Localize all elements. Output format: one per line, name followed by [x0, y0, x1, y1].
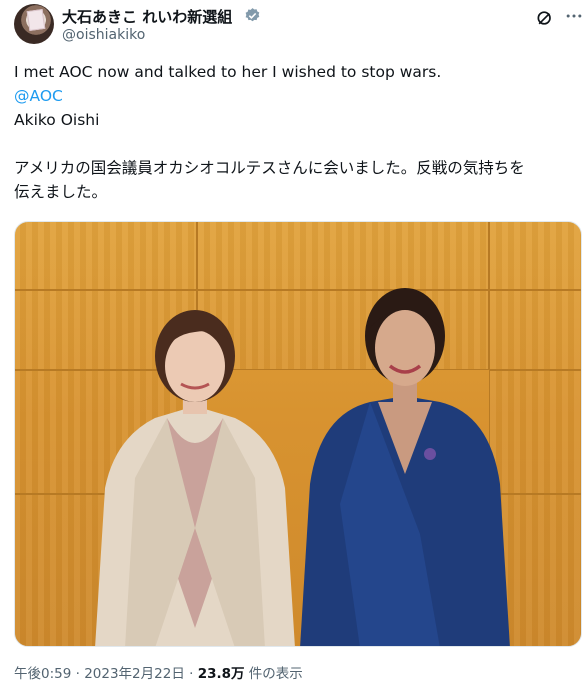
tweet-text: I met AOC now and talked to her I wished… [14, 60, 580, 204]
photo-person-left [95, 310, 295, 646]
tweet-photo[interactable] [14, 221, 582, 647]
photo-person-right [300, 288, 510, 646]
separator-dot: · [184, 666, 198, 682]
author-avatar[interactable] [14, 4, 54, 44]
avatar-sticker [26, 8, 46, 32]
view-count-label: 件の表示 [244, 666, 303, 682]
separator-dot: · [71, 666, 85, 682]
tweet-signature: Akiko Oishi [14, 111, 100, 129]
wall-panel [15, 222, 197, 290]
more-options-icon[interactable] [564, 6, 584, 26]
tweet-card: 大石あきこ れいわ新選組 @oishiakiko I met AOC now a… [0, 0, 588, 689]
wall-panel [197, 222, 489, 290]
tweet-text-jp-line-2: 伝えました。 [14, 183, 108, 201]
grok-icon[interactable] [535, 8, 555, 28]
author-display-name[interactable]: 大石あきこ れいわ新選組 [62, 6, 232, 27]
aoc-mention-link[interactable]: @AOC [14, 84, 580, 108]
tweet-metadata: 午後0:59 · 2023年2月22日 · 23.8万 件の表示 [14, 662, 303, 682]
tweet-text-jp-line-1: アメリカの国会議員オカシオコルテスさんに会いました。反戦の気持ちを [14, 159, 525, 177]
tweet-text-line-1: I met AOC now and talked to her I wished… [14, 63, 442, 81]
tweet-date[interactable]: 2023年2月22日 [84, 666, 185, 682]
wall-panel [489, 222, 581, 290]
view-count: 23.8万 [197, 666, 245, 682]
tweet-header: 大石あきこ れいわ新選組 @oishiakiko [14, 4, 582, 48]
tweet-time[interactable]: 午後0:59 [14, 666, 71, 682]
author-handle[interactable]: @oishiakiko [62, 27, 145, 43]
verified-badge-icon [245, 8, 260, 22]
